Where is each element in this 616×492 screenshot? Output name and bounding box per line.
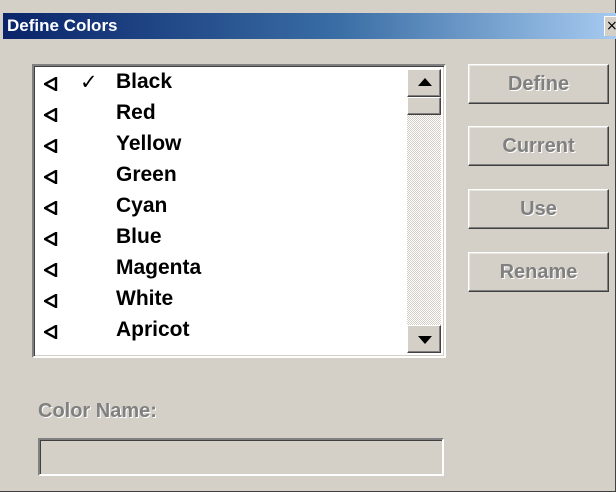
color-name-label: Color Name:: [38, 400, 157, 422]
rename-button[interactable]: Rename: [468, 252, 609, 292]
list-item-label: Blue: [116, 225, 162, 248]
window-title: Define Colors: [7, 16, 118, 35]
speaker-triangle-icon: [44, 232, 58, 246]
list-item-label: White: [116, 287, 174, 310]
list-item-label: Red: [116, 101, 156, 124]
list-item[interactable]: Apricot: [34, 317, 410, 348]
list-item[interactable]: Blue: [34, 224, 410, 255]
list-item-label: Magenta: [116, 256, 202, 279]
list-item[interactable]: Magenta: [34, 255, 410, 286]
list-item-label: Cyan: [116, 194, 168, 217]
list-item[interactable]: Yellow: [34, 131, 410, 162]
current-button[interactable]: Current: [468, 126, 609, 166]
list-item[interactable]: ✓ Black: [34, 69, 410, 100]
speaker-triangle-icon: [44, 201, 58, 215]
scroll-down-button[interactable]: [407, 325, 441, 353]
color-list: ✓ Black Red Yellow Green Cyan Blue Magenta White…: [34, 69, 410, 348]
define-colors-dialog: Define Colors × ✓ Black Red Yellow Green Cyan…: [0, 0, 616, 492]
scroll-down-arrow-icon: [418, 336, 432, 344]
speaker-triangle-icon: [44, 294, 58, 308]
checkmark-icon: ✓: [80, 70, 98, 94]
list-item[interactable]: Green: [34, 162, 410, 193]
list-item-label: Green: [116, 163, 177, 186]
speaker-triangle-icon: [44, 263, 58, 277]
speaker-triangle-icon: [44, 170, 58, 184]
vertical-scrollbar[interactable]: [407, 69, 441, 353]
scroll-up-button[interactable]: [407, 69, 441, 97]
list-item-label: Apricot: [116, 318, 190, 341]
close-icon[interactable]: ×: [604, 16, 616, 36]
speaker-triangle-icon: [44, 325, 58, 339]
use-button[interactable]: Use: [468, 189, 609, 229]
color-name-input[interactable]: [38, 438, 444, 476]
scroll-up-arrow-icon: [418, 78, 432, 86]
color-listbox[interactable]: ✓ Black Red Yellow Green Cyan Blue Magenta White…: [32, 64, 446, 358]
list-item-label: Yellow: [116, 132, 182, 155]
speaker-triangle-icon: [44, 108, 58, 122]
scroll-thumb[interactable]: [407, 97, 441, 115]
list-item[interactable]: White: [34, 286, 410, 317]
list-item[interactable]: Red: [34, 100, 410, 131]
speaker-triangle-icon: [44, 77, 58, 91]
title-bar[interactable]: Define Colors ×: [3, 13, 616, 39]
list-item[interactable]: Cyan: [34, 193, 410, 224]
define-button[interactable]: Define: [468, 64, 609, 104]
list-item-label: Black: [116, 70, 173, 93]
speaker-triangle-icon: [44, 139, 58, 153]
